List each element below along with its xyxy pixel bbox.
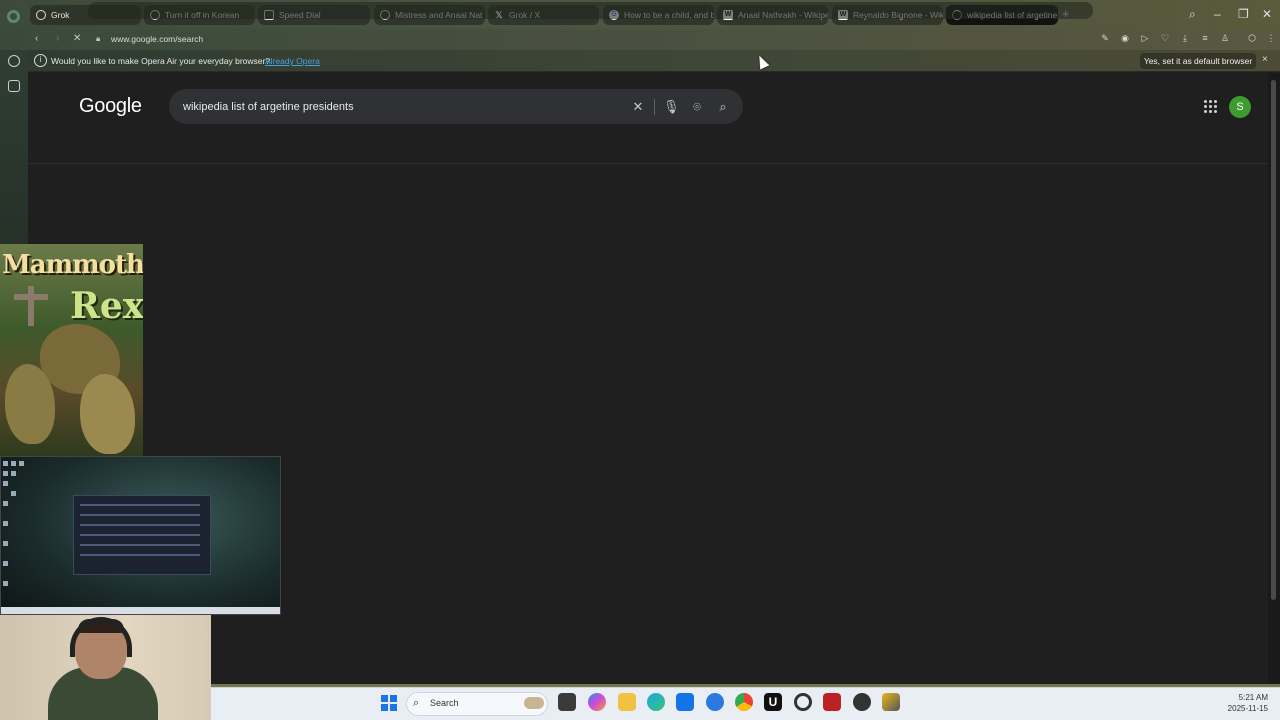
infobar-link[interactable]: Already Opera [265,56,320,66]
window-row [80,554,200,556]
restore-icon[interactable]: ❐ [1238,7,1249,21]
store-icon[interactable] [676,693,694,711]
scrollbar-thumb[interactable] [1271,80,1276,600]
windows-start-icon[interactable] [381,695,398,712]
profile-icon[interactable]: ♙ [1220,32,1230,44]
home-icon[interactable] [8,55,20,67]
desktop-icon [11,471,16,476]
window-row [80,524,200,526]
account-avatar[interactable]: S [1229,96,1251,118]
window-row [80,514,200,516]
remote-desktop-icon[interactable] [706,693,724,711]
chrome-icon[interactable] [735,693,753,711]
app-icon[interactable] [882,693,900,711]
dinosaur-shape [80,374,135,454]
url-text[interactable]: www.google.com/search [111,33,203,45]
url-field[interactable] [88,2,1093,19]
play-icon[interactable]: ▷ [1140,32,1150,44]
desktop-icon [3,521,8,526]
back-icon[interactable]: ‹ [35,32,38,45]
search-highlight-icon[interactable] [524,697,544,709]
unreal-icon[interactable]: U [764,693,782,711]
infobar-close-icon[interactable]: × [1262,54,1268,66]
desktop-preview-taskbar [1,607,280,614]
window-row [80,544,200,546]
edit-icon[interactable]: ✎ [1100,32,1110,44]
desktop-icon [3,471,8,476]
microphone-icon[interactable]: 🎙︎ [663,99,680,114]
task-view-icon[interactable] [558,693,576,711]
google-logo[interactable]: Google [79,94,142,118]
infobar-message: Would you like to make Opera Air your ev… [51,56,271,66]
more-icon[interactable]: ⋮ [1266,32,1276,44]
file-explorer-icon[interactable] [618,693,636,711]
cross-bar-shape [14,294,48,300]
clock-date[interactable]: 2025-11-15 [1214,704,1268,714]
info-icon: i [34,54,47,67]
download-icon[interactable]: ⤓ [1180,32,1190,44]
search-tabs-icon[interactable]: ⌕ [1189,7,1196,21]
window-row [80,534,200,536]
taskbar-search-label: Search [430,698,459,708]
lock-icon[interactable]: 🔒︎ [96,32,100,45]
obs-icon[interactable] [853,693,871,711]
close-window-icon[interactable]: ✕ [1262,7,1272,21]
copilot-icon[interactable] [588,693,606,711]
desktop-icon [11,461,16,466]
search-icon[interactable]: ⌕ [716,99,730,114]
apps-grid-icon[interactable] [1204,100,1217,113]
cross-shape [28,286,34,326]
poster-subtitle: Rex [70,285,143,327]
heart-icon[interactable]: ♡ [1160,32,1170,44]
minimize-icon[interactable]: – [1214,7,1221,21]
set-default-browser-button[interactable]: Yes, set it as default browser [1140,53,1256,69]
grok-icon [36,10,46,20]
desktop-icon [11,491,16,496]
desktop-icon [3,581,8,586]
camera-icon[interactable]: ◉ [1120,32,1130,44]
desktop-icon [19,461,24,466]
poster-title: Mammoth [2,250,143,280]
desktop-icon [3,481,8,486]
header-divider [28,163,1268,164]
search-icon: ⌕ [413,697,420,709]
edge-icon[interactable] [647,693,665,711]
desktop-icon [3,461,8,466]
desktop-window-preview [73,495,211,575]
opera-logo-icon[interactable] [7,10,20,23]
sidebar-app-icon[interactable] [8,80,20,92]
desktop-icon [3,501,8,506]
desktop-icon [3,561,8,566]
search-box-divider [654,99,655,115]
mammoth-rex-poster: Mammoth Rex [0,244,143,456]
voicemeeter-icon[interactable] [823,693,841,711]
lens-icon[interactable]: ⌾ [690,99,704,114]
desktop-preview-overlay [0,456,281,615]
clear-search-icon[interactable]: ✕ [631,99,645,114]
menu-icon[interactable]: ≡ [1200,32,1210,44]
search-input[interactable]: wikipedia list of argetine presidents [183,100,354,114]
window-row [80,504,200,506]
webcam-overlay [0,615,211,720]
tab-label: Grok [51,10,70,20]
opera-taskbar-icon[interactable] [794,693,812,711]
clock-time[interactable]: 5:21 AM [1226,693,1268,703]
desktop-icon [3,541,8,546]
forward-icon[interactable]: › [56,32,59,45]
stop-loading-icon[interactable]: ✕ [73,32,81,45]
extensions-icon[interactable]: ⬡ [1247,32,1257,44]
